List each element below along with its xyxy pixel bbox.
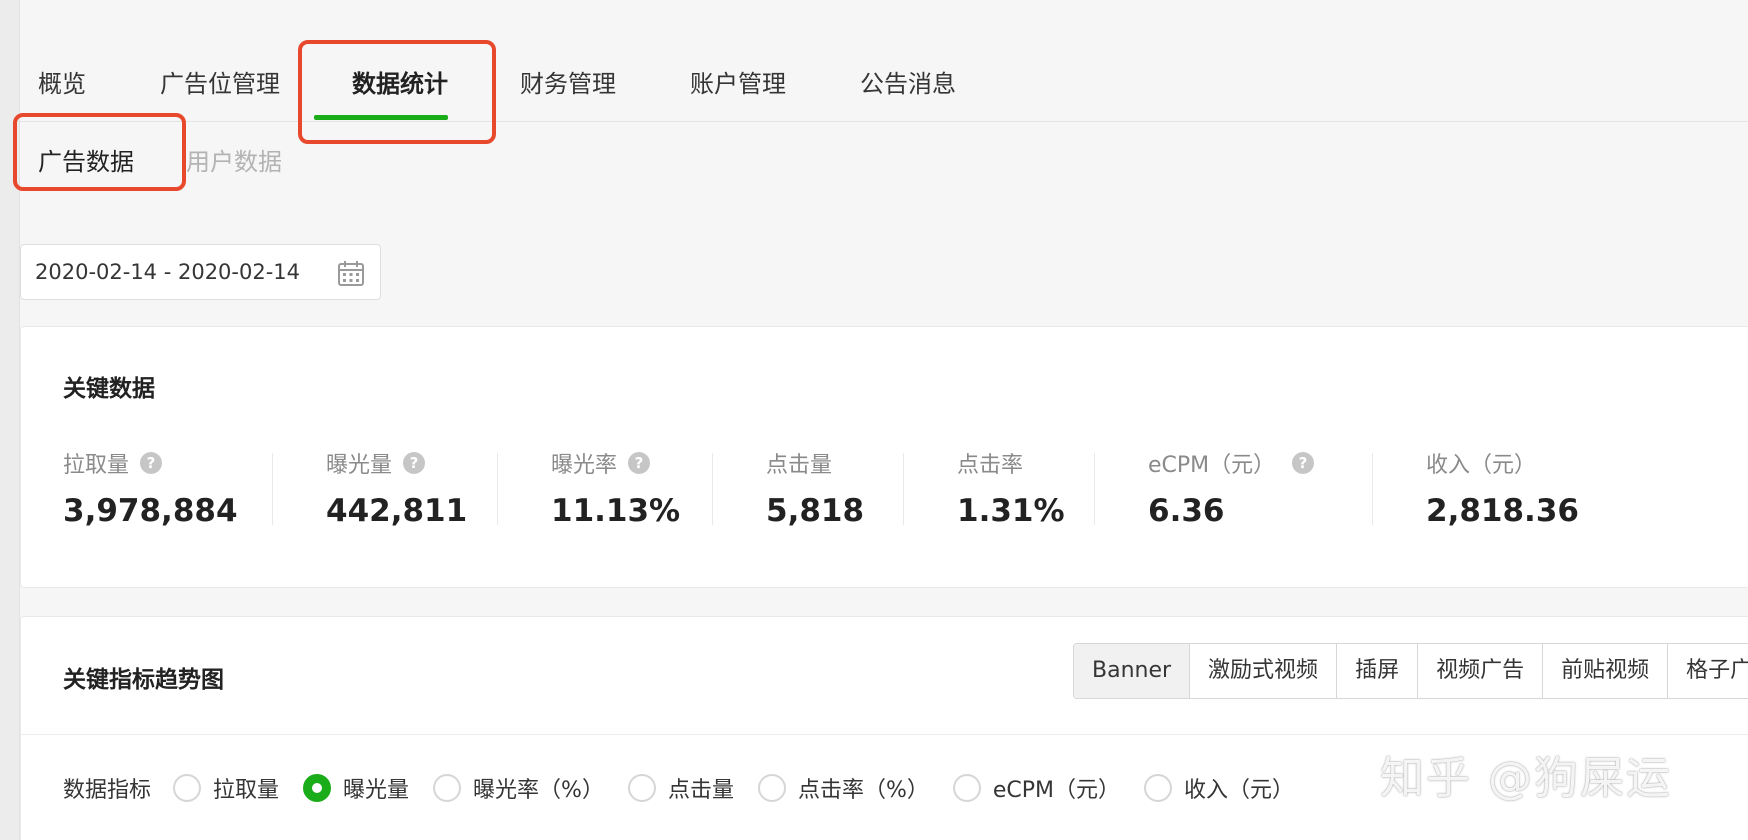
- metric-click-rate: 点击率 1.31%: [957, 447, 1065, 531]
- trend-title: 关键指标趋势图: [63, 667, 224, 693]
- metric-label: 拉取量: [63, 453, 130, 478]
- date-range-value: 2020-02-14 - 2020-02-14: [35, 260, 301, 284]
- top-nav: 概览 广告位管理 数据统计 财务管理 账户管理 公告消息: [20, 0, 1748, 122]
- svg-text:?: ?: [635, 454, 644, 472]
- radio-button[interactable]: [952, 774, 981, 802]
- metric-label: 曝光率: [551, 453, 618, 478]
- metric-value: 11.13%: [551, 493, 681, 529]
- metric-value: 442,811: [326, 493, 468, 529]
- svg-text:?: ?: [147, 454, 156, 472]
- radio-label: 收入（元）: [1184, 778, 1295, 803]
- ad-type-banner[interactable]: Banner: [1074, 644, 1191, 698]
- help-icon[interactable]: ?: [627, 451, 651, 475]
- radio-button[interactable]: [1144, 774, 1173, 802]
- date-range-picker[interactable]: 2020-02-14 - 2020-02-14: [20, 244, 381, 300]
- metric-divider: [1372, 453, 1373, 525]
- radio-option-click-rate[interactable]: 点击率（%）: [757, 772, 929, 804]
- key-data-title: 关键数据: [63, 376, 155, 402]
- radio-option-impressions[interactable]: 曝光量: [303, 772, 409, 804]
- metric-clicks: 点击量 5,818: [766, 447, 864, 531]
- metric-label: eCPM（元）: [1148, 453, 1276, 478]
- radio-option-ecpm[interactable]: eCPM（元）: [952, 772, 1121, 804]
- metric-divider: [712, 453, 713, 525]
- metric-label: 点击量: [766, 453, 833, 478]
- radio-option-clicks[interactable]: 点击量: [627, 772, 734, 804]
- metric-value: 6.36: [1148, 493, 1225, 529]
- subnav-tab-user-data[interactable]: 用户数据: [186, 142, 282, 177]
- radio-button[interactable]: [627, 774, 656, 802]
- nav-tab-overview[interactable]: 概览: [38, 64, 86, 99]
- radio-option-revenue[interactable]: 收入（元）: [1144, 772, 1294, 804]
- metric-pull-count: 拉取量 ? 3,978,884: [63, 447, 238, 531]
- calendar-icon: [338, 261, 364, 286]
- help-icon[interactable]: ?: [1291, 451, 1315, 475]
- radio-label: eCPM（元）: [992, 778, 1121, 803]
- svg-text:?: ?: [1299, 454, 1308, 472]
- nav-tab-account-management[interactable]: 账户管理: [690, 64, 786, 99]
- metric-value: 3,978,884: [63, 493, 238, 529]
- metric-divider: [1094, 453, 1095, 525]
- radio-option-impression-rate[interactable]: 曝光率（%）: [433, 772, 604, 804]
- help-icon[interactable]: ?: [402, 451, 426, 475]
- radio-button[interactable]: [433, 774, 462, 802]
- metric-divider: [903, 453, 904, 525]
- svg-text:?: ?: [410, 454, 419, 472]
- radio-option-pull-count[interactable]: 拉取量: [173, 772, 279, 804]
- nav-tab-announcements[interactable]: 公告消息: [860, 64, 956, 99]
- trend-card: 关键指标趋势图 Banner 激励式视频 插屏 视频广告 前贴视频 格子广告 数…: [20, 616, 1748, 840]
- metric-divider: [497, 453, 498, 525]
- ad-type-grid-ad[interactable]: 格子广告: [1668, 644, 1748, 698]
- nav-tab-finance-management[interactable]: 财务管理: [520, 64, 616, 99]
- ad-type-selector: Banner 激励式视频 插屏 视频广告 前贴视频 格子广告: [1073, 643, 1748, 699]
- watermark: 知乎 @狗屎运: [1380, 753, 1672, 804]
- metric-revenue: 收入（元） 2,818.36: [1426, 447, 1579, 531]
- divider: [21, 734, 1748, 735]
- radio-button-selected[interactable]: [303, 774, 332, 802]
- metric-value: 1.31%: [957, 493, 1065, 529]
- metric-label: 收入（元）: [1426, 453, 1537, 478]
- ad-type-pre-roll-video[interactable]: 前贴视频: [1543, 644, 1669, 698]
- metric-value: 2,818.36: [1426, 493, 1579, 529]
- radio-label: 曝光量: [343, 778, 410, 803]
- help-icon[interactable]: ?: [139, 451, 163, 475]
- metric-label: 点击率: [957, 453, 1024, 478]
- ad-type-interstitial[interactable]: 插屏: [1337, 644, 1419, 698]
- annotation-highlight-ad-data: [13, 113, 186, 191]
- metric-divider: [272, 453, 273, 525]
- metric-ecpm: eCPM（元） ? 6.36: [1148, 447, 1315, 531]
- key-data-card: 关键数据 拉取量 ? 3,978,884 曝光量 ? 442,811 曝光率 ?…: [20, 326, 1748, 588]
- radio-label: 曝光率（%）: [473, 778, 604, 803]
- metric-radio-group: 数据指标 拉取量 曝光量 曝光率（%） 点击量 点击率（%） eCPM（元） 收…: [63, 773, 1318, 803]
- metric-filter-label: 数据指标: [63, 778, 152, 803]
- metric-impression-rate: 曝光率 ? 11.13%: [551, 447, 680, 531]
- nav-tab-ad-slot-management[interactable]: 广告位管理: [160, 64, 280, 99]
- ad-type-rewarded-video[interactable]: 激励式视频: [1190, 644, 1338, 698]
- metric-value: 5,818: [766, 493, 865, 529]
- radio-button[interactable]: [757, 774, 786, 802]
- radio-label: 点击率（%）: [797, 778, 929, 803]
- annotation-highlight-data-statistics: [298, 40, 496, 144]
- ad-type-video-ad[interactable]: 视频广告: [1418, 644, 1544, 698]
- metric-impressions: 曝光量 ? 442,811: [326, 447, 467, 531]
- radio-label: 拉取量: [213, 778, 280, 803]
- radio-button[interactable]: [173, 774, 202, 802]
- metric-label: 曝光量: [326, 453, 393, 478]
- radio-label: 点击量: [667, 778, 734, 803]
